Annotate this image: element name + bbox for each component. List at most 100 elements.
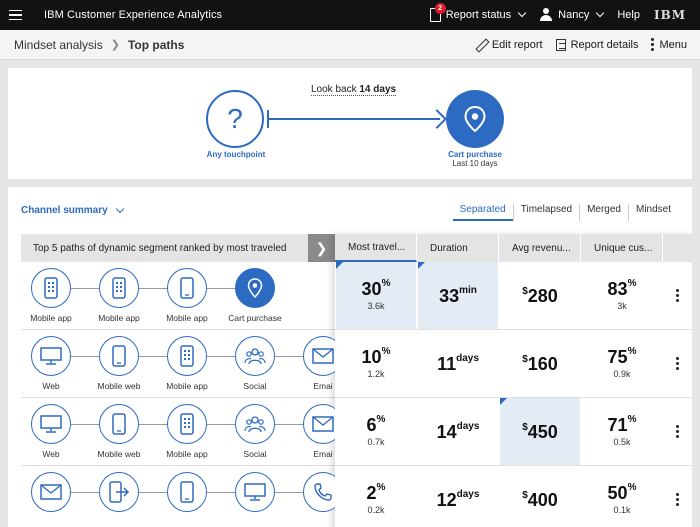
start-touchpoint-node[interactable]: ?: [206, 90, 264, 148]
pencil-icon: [475, 39, 487, 51]
column-avg-revenue[interactable]: Avg revenu...: [499, 234, 581, 262]
metrics-row: 6% 0.7k 14days $450 71% 0.5k: [335, 398, 692, 466]
end-touchpoint-node[interactable]: [446, 90, 504, 148]
duration-value: 14: [436, 421, 457, 442]
path-configuration-panel: Look back 14 days ? Any touchpoint Cart …: [8, 68, 692, 179]
most-traveled-cell[interactable]: 6% 0.7k: [335, 398, 417, 465]
tab-timelapsed[interactable]: Timelapsed: [512, 204, 579, 221]
metrics-row: 30% 3.6k 33min $280 83% 3k: [335, 262, 692, 330]
column-most-traveled[interactable]: Most travel...: [335, 234, 417, 262]
metrics-table: Most travel... Duration Avg revenu... Un…: [335, 234, 692, 527]
traveled-count: 3.6k: [367, 301, 385, 311]
menu-button[interactable]: Menu: [651, 38, 687, 51]
unique-customers-cell[interactable]: 50% 0.1k: [581, 466, 663, 527]
path-node[interactable]: [21, 472, 81, 517]
duration-value: 33: [439, 285, 460, 306]
monitor-icon: [235, 472, 275, 512]
row-overflow-menu[interactable]: [663, 330, 692, 397]
channel-summary-panel: Channel summary Separated Timelapsed Mer…: [8, 187, 692, 527]
most-traveled-cell[interactable]: 10% 1.2k: [335, 330, 417, 397]
path-node[interactable]: [89, 472, 149, 517]
path-node[interactable]: [157, 472, 217, 517]
brand-prefix: IBM: [44, 9, 64, 21]
path-row: [21, 466, 335, 527]
unique-value: 75: [607, 347, 628, 367]
traveled-value: 6: [366, 415, 377, 435]
path-node[interactable]: Emai: [293, 404, 335, 459]
traveled-value: 2: [366, 483, 377, 503]
path-node[interactable]: Mobile web: [89, 404, 149, 459]
tab-merged[interactable]: Merged: [579, 204, 628, 221]
most-traveled-cell[interactable]: 2% 0.2k: [335, 466, 417, 527]
kebab-icon: [676, 289, 679, 302]
view-tabs: Separated Timelapsed Merged Mindset: [452, 204, 678, 221]
lookback-selector[interactable]: Look back 14 days: [311, 84, 397, 96]
help-link[interactable]: Help: [617, 9, 640, 21]
page-title: Top paths: [127, 37, 185, 52]
path-node[interactable]: [293, 472, 335, 517]
location-pin-icon: [235, 268, 275, 308]
column-duration[interactable]: Duration: [417, 234, 499, 262]
tab-mindset[interactable]: Mindset: [627, 204, 678, 221]
unique-customers-cell[interactable]: 83% 3k: [581, 262, 663, 329]
column-unique-customers[interactable]: Unique cus...: [581, 234, 663, 262]
duration-unit: days: [456, 488, 480, 500]
edit-report-button[interactable]: Edit report: [475, 39, 543, 51]
unique-count: 3k: [617, 301, 627, 311]
product-title: IBM Customer Experience Analytics: [44, 9, 222, 21]
path-node[interactable]: Mobile app: [157, 404, 217, 459]
tab-separated[interactable]: Separated: [452, 204, 513, 221]
path-node[interactable]: Mobile web: [89, 336, 149, 391]
path-arrow: [268, 118, 440, 120]
arrow-head-icon: [427, 109, 447, 129]
report-status-menu[interactable]: 2 Report status: [429, 3, 527, 22]
avg-revenue-cell[interactable]: $160: [499, 330, 581, 397]
unique-value: 83: [607, 279, 628, 299]
unique-value: 50: [607, 483, 628, 503]
traveled-count: 0.2k: [367, 505, 385, 515]
report-details-label: Report details: [570, 38, 639, 51]
path-node[interactable]: Mobile app: [89, 268, 149, 323]
breadcrumb-parent[interactable]: Mindset analysis: [14, 38, 103, 52]
avg-revenue-cell[interactable]: $280: [499, 262, 581, 329]
path-node[interactable]: Social: [225, 404, 285, 459]
duration-cell[interactable]: 12days: [417, 466, 499, 527]
unique-unit: %: [627, 346, 637, 357]
avg-revenue-cell[interactable]: $400: [499, 466, 581, 527]
document-icon: [555, 38, 566, 51]
duration-cell[interactable]: 14days: [417, 398, 499, 465]
duration-cell[interactable]: 33min: [418, 262, 498, 329]
duration-cell[interactable]: 11days: [417, 330, 499, 397]
path-node[interactable]: Mobile app: [157, 268, 217, 323]
unique-customers-cell[interactable]: 75% 0.9k: [581, 330, 663, 397]
path-connector: [51, 288, 255, 289]
unique-count: 0.5k: [613, 437, 631, 447]
path-node[interactable]: Social: [225, 336, 285, 391]
path-node[interactable]: Mobile app: [21, 268, 81, 323]
path-node[interactable]: [225, 472, 285, 517]
hamburger-menu-icon[interactable]: [0, 0, 30, 30]
row-overflow-menu[interactable]: [663, 262, 692, 329]
row-overflow-menu[interactable]: [663, 466, 692, 527]
end-node-label: Cart purchase: [448, 150, 502, 159]
channel-summary-dropdown[interactable]: Channel summary: [21, 204, 124, 216]
kebab-icon: [676, 357, 679, 370]
path-node[interactable]: Web: [21, 404, 81, 459]
most-traveled-cell[interactable]: 30% 3.6k: [336, 262, 416, 329]
avg-revenue-cell[interactable]: $450: [500, 398, 580, 465]
row-overflow-menu[interactable]: [663, 398, 692, 465]
path-node[interactable]: Emai: [293, 336, 335, 391]
path-node[interactable]: Mobile app: [157, 336, 217, 391]
expand-button[interactable]: ❯: [308, 234, 335, 262]
paths-header: Top 5 paths of dynamic segment ranked by…: [21, 234, 308, 262]
unique-customers-cell[interactable]: 71% 0.5k: [581, 398, 663, 465]
report-details-button[interactable]: Report details: [555, 38, 639, 51]
unique-count: 0.9k: [613, 369, 631, 379]
paths-list: Mobile app Mobile app Mobile app Cart purch…: [21, 262, 335, 527]
user-menu[interactable]: Nancy: [539, 8, 605, 22]
breadcrumb-chevron-icon: ❯: [110, 39, 120, 51]
edit-report-label: Edit report: [491, 38, 543, 51]
path-node[interactable]: Web: [21, 336, 81, 391]
path-node[interactable]: Cart purchase: [225, 268, 285, 323]
duration-value: 11: [437, 353, 457, 374]
